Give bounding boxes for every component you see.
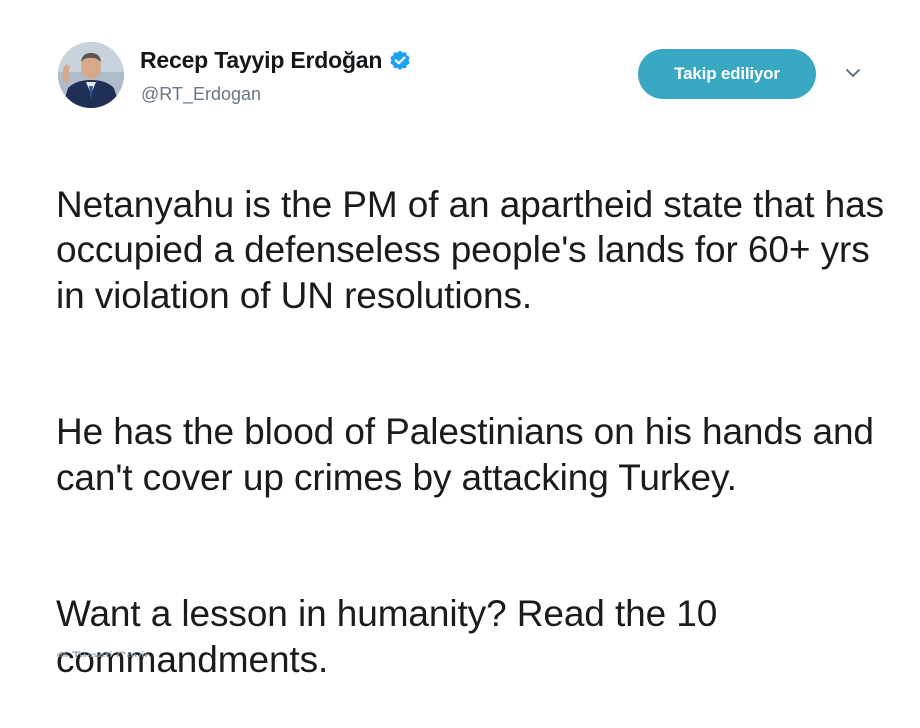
tweet-paragraph: He has the blood of Palestinians on his … (56, 411, 874, 498)
following-button[interactable]: Takip ediliyor (638, 49, 816, 99)
avatar-image (58, 42, 124, 108)
translate-tweet-link[interactable]: ◍ Tweeti Çevir (56, 648, 149, 657)
translate-label: Tweeti Çevir (71, 648, 149, 657)
user-name-row: Recep Tayyip Erdoğan (140, 47, 412, 74)
tweet-paragraph: Netanyahu is the PM of an apartheid stat… (56, 183, 885, 316)
user-handle[interactable]: @RT_Erdogan (141, 84, 261, 105)
avatar[interactable] (58, 42, 124, 108)
tweet-paragraph: Want a lesson in humanity? Read the 10 c… (56, 593, 718, 680)
tweet-text: Netanyahu is the PM of an apartheid stat… (56, 136, 906, 728)
verified-badge-icon (388, 49, 412, 73)
display-name[interactable]: Recep Tayyip Erdoğan (140, 47, 382, 74)
chevron-down-icon[interactable] (843, 66, 863, 80)
tweet-card: Recep Tayyip Erdoğan @RT_Erdogan Takip e… (0, 0, 920, 680)
globe-icon: ◍ (56, 648, 72, 657)
